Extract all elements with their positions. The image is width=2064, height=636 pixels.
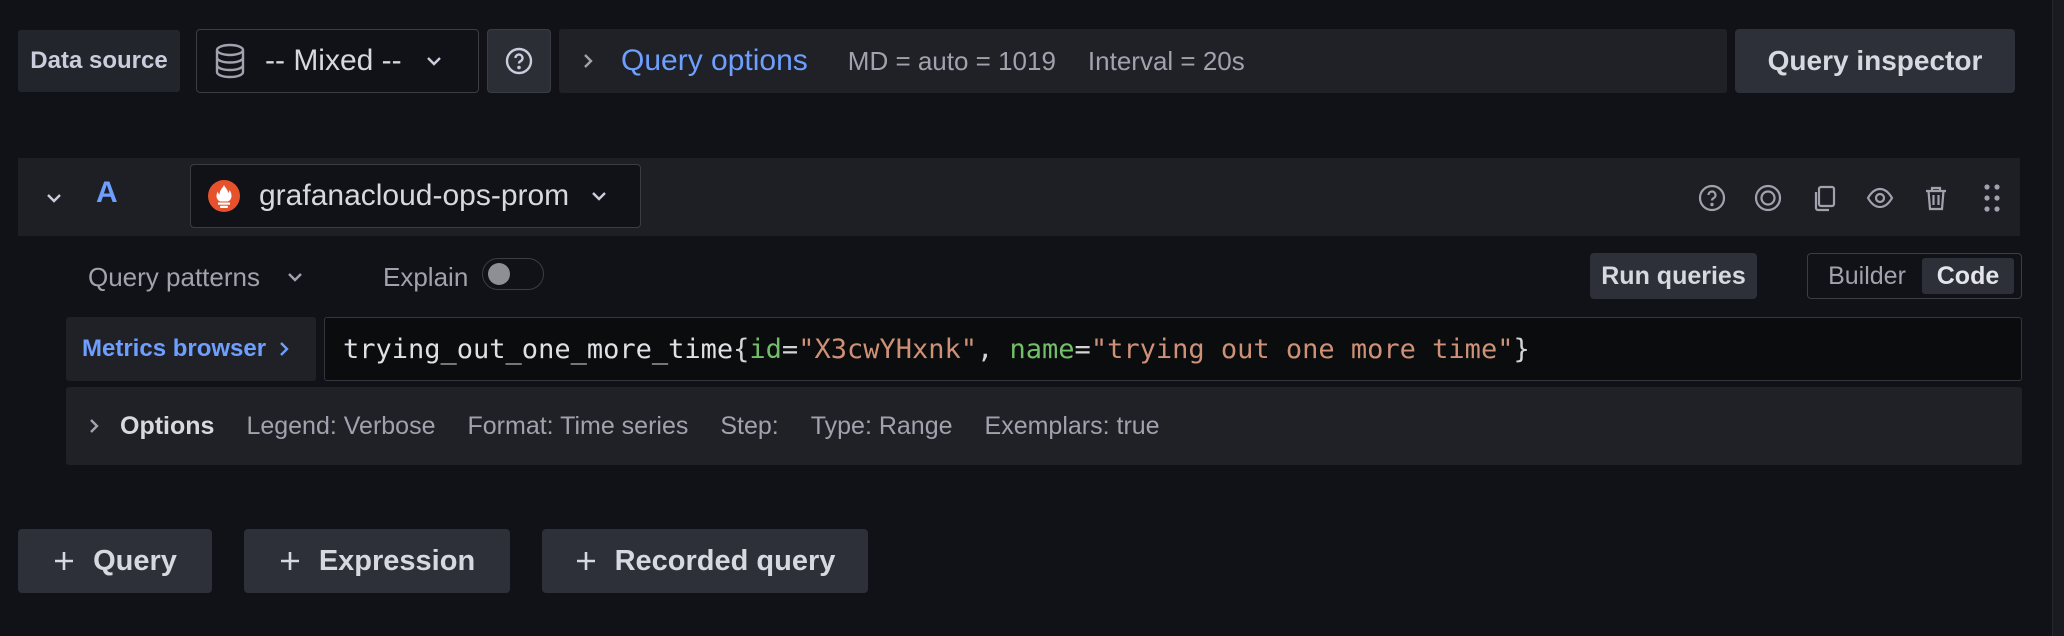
chevron-down-icon [589, 189, 609, 203]
explain-toggle[interactable] [482, 258, 544, 290]
query-options-bar[interactable]: Query options MD = auto = 1019 Interval … [559, 29, 1727, 93]
query-row-actions [1695, 178, 2009, 218]
add-expression-label: Expression [318, 544, 476, 577]
query-patterns-label: Query patterns [88, 261, 260, 292]
options-step: Step: [720, 411, 779, 440]
add-recorded-query-label: Recorded query [614, 544, 836, 577]
scrollbar-track[interactable] [2052, 0, 2064, 636]
collapse-query-toggle[interactable] [38, 180, 70, 216]
query-code-editor[interactable]: trying_out_one_more_time{id = "X3cwYHxnk",… [324, 317, 2022, 381]
options-legend: Legend: Verbose [246, 411, 436, 440]
mode-code-option[interactable]: Code [1922, 258, 2014, 294]
data-source-help-button[interactable] [487, 29, 551, 93]
data-source-label: Data source [18, 30, 180, 92]
add-query-label: Query [93, 544, 177, 577]
metric-name-token: trying_out_one_more_time [343, 333, 734, 365]
plus-icon [279, 550, 301, 572]
metrics-browser-label: Metrics browser [82, 335, 267, 362]
label-value-token: "X3cwYHxnk" [798, 333, 977, 365]
toggle-knob [488, 263, 510, 285]
database-icon [213, 43, 247, 79]
label-operator-token: = [781, 333, 799, 365]
options-type: Type: Range [810, 411, 953, 440]
label-value-token: "trying out one more time" [1090, 333, 1514, 365]
delete-icon[interactable] [1919, 181, 1953, 215]
drag-handle-icon[interactable] [1975, 181, 2009, 215]
close-brace-token: } [1513, 333, 1530, 365]
options-title: Options [120, 411, 215, 440]
query-datasource-name: grafanacloud-ops-prom [259, 179, 570, 212]
hide-response-icon[interactable] [1863, 181, 1897, 215]
duplicate-icon[interactable] [1807, 181, 1841, 215]
query-datasource-picker[interactable]: grafanacloud-ops-prom [190, 164, 641, 228]
editor-mode-toggle: Builder Code [1807, 253, 2022, 299]
options-exemplars: Exemplars: true [984, 411, 1160, 440]
plus-icon [575, 550, 597, 572]
chevron-right-icon [88, 417, 100, 435]
add-query-button[interactable]: Query [18, 529, 212, 593]
mode-builder-option[interactable]: Builder [1812, 258, 1922, 294]
query-inspector-button[interactable]: Query inspector [1735, 29, 2015, 93]
label-operator-token: = [1074, 333, 1091, 365]
prometheus-icon [207, 179, 241, 213]
disable-query-icon[interactable] [1751, 181, 1785, 215]
data-source-value: -- Mixed -- [265, 44, 402, 77]
chevron-down-icon [424, 54, 444, 68]
help-icon[interactable] [1695, 181, 1729, 215]
chevron-down-icon [286, 271, 304, 283]
chevron-down-icon [45, 192, 63, 204]
query-options-row[interactable]: Options Legend: Verbose Format: Time ser… [66, 387, 2022, 465]
label-key-token: id [749, 333, 782, 365]
data-source-picker[interactable]: -- Mixed -- [196, 29, 479, 93]
open-brace-token: { [733, 333, 750, 365]
chevron-right-icon [581, 51, 595, 71]
chevron-right-icon [278, 340, 290, 358]
add-expression-button[interactable]: Expression [244, 529, 510, 593]
separator-token: , [977, 333, 1010, 365]
query-ref-id[interactable]: A [96, 176, 118, 210]
query-patterns-dropdown[interactable]: Query patterns [88, 262, 304, 292]
explain-label: Explain [383, 261, 469, 292]
query-options-title: Query options [621, 44, 808, 77]
help-icon [504, 46, 534, 76]
options-format: Format: Time series [467, 411, 689, 440]
query-options-md: MD = auto = 1019 [847, 45, 1056, 76]
metrics-browser-button[interactable]: Metrics browser [66, 317, 316, 381]
add-recorded-query-button[interactable]: Recorded query [542, 529, 868, 593]
label-key-token: name [1009, 333, 1075, 365]
query-options-interval: Interval = 20s [1087, 45, 1245, 76]
plus-icon [53, 550, 75, 572]
run-queries-button[interactable]: Run queries [1590, 253, 1757, 299]
